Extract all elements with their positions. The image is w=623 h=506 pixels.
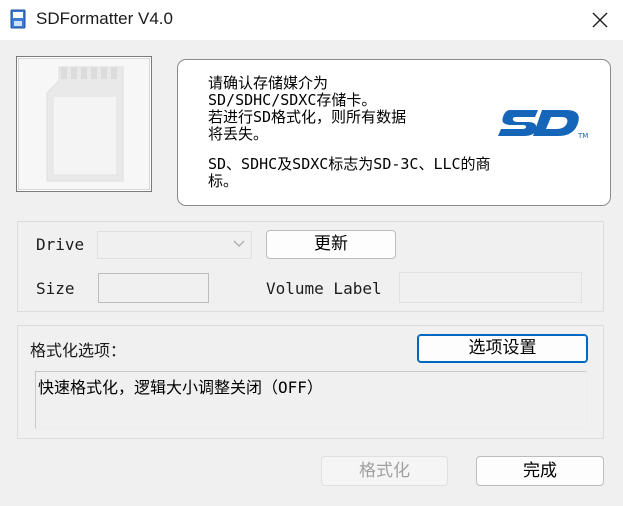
option-settings-button-label: 选项设置 <box>468 338 537 358</box>
drive-label: Drive <box>36 235 85 254</box>
sd-card-icon <box>46 66 124 182</box>
volume-label-label: Volume Label <box>266 279 382 298</box>
size-field <box>98 273 209 303</box>
volume-label-field <box>399 272 582 303</box>
window-title: SDFormatter V4.0 <box>36 9 173 28</box>
refresh-button[interactable]: 更新 <box>266 230 396 259</box>
chevron-down-icon <box>233 240 245 247</box>
title-bar[interactable]: SDFormatter V4.0 <box>0 0 623 40</box>
info-line: SD/SDHC/SDXC存储卡。 <box>208 91 377 109</box>
format-button[interactable]: 格式化 <box>321 456 448 486</box>
format-button-label: 格式化 <box>359 461 410 481</box>
svg-text:TM: TM <box>577 132 588 140</box>
app-icon <box>8 9 28 29</box>
info-line: 请确认存储媒介为 <box>208 74 329 92</box>
info-line: 将丢失。 <box>208 125 269 143</box>
option-settings-button[interactable]: 选项设置 <box>417 334 588 363</box>
format-options-label: 格式化选项： <box>30 341 127 360</box>
info-line: 若进行SD格式化，则所有数据 <box>208 108 407 126</box>
sd-card-picture <box>16 56 152 192</box>
close-icon <box>592 12 608 28</box>
format-options-summary-text: 快速格式化，逻辑大小调整关闭（OFF） <box>38 378 323 397</box>
size-label: Size <box>36 279 75 298</box>
refresh-button-label: 更新 <box>314 234 348 254</box>
format-options-summary: 快速格式化，逻辑大小调整关闭（OFF） <box>35 371 587 429</box>
info-line: 标。 <box>208 172 239 190</box>
drive-select[interactable] <box>97 231 252 259</box>
info-panel: 请确认存储媒介为 SD/SDHC/SDXC存储卡。 若进行SD格式化，则所有数据… <box>177 59 611 206</box>
sd-logo: TM <box>498 110 588 140</box>
info-line: SD、SDHC及SDXC标志为SD-3C、LLC的商 <box>208 155 491 173</box>
done-button[interactable]: 完成 <box>476 456 604 486</box>
done-button-label: 完成 <box>523 461 557 481</box>
close-button[interactable] <box>578 0 623 40</box>
